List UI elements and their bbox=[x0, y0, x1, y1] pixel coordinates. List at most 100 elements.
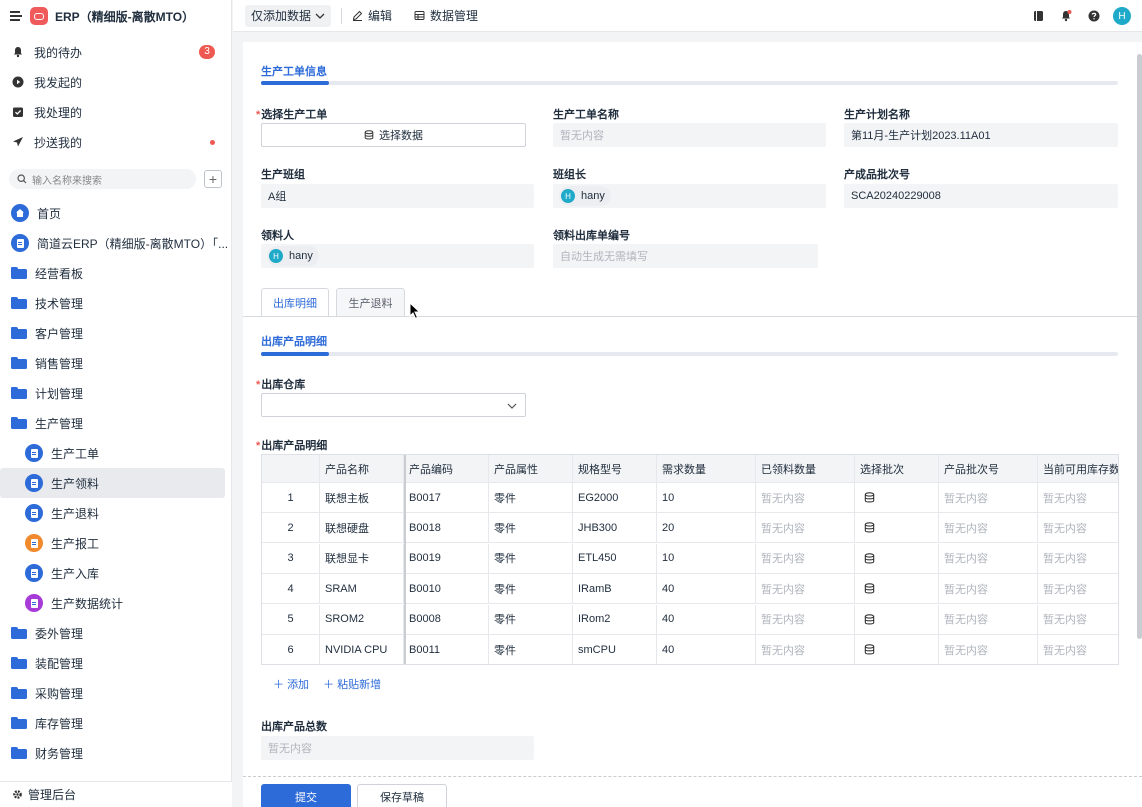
table-cell-batch_no[interactable]: 暂无内容 bbox=[939, 483, 1038, 512]
nav-folder-assembly[interactable]: 装配管理 bbox=[0, 648, 231, 678]
paste-add-button[interactable]: ＋ 粘贴新增 bbox=[323, 676, 381, 692]
nav-sub-storage-in[interactable]: 生产入库 bbox=[0, 558, 231, 588]
nav-home[interactable]: 首页 bbox=[0, 198, 231, 228]
nav-folder-sales[interactable]: 销售管理 bbox=[0, 348, 231, 378]
admin-link[interactable]: 管理后台 bbox=[0, 781, 232, 807]
table-cell-stock[interactable]: 暂无内容 bbox=[1038, 513, 1118, 542]
todo-count-badge: 3 bbox=[199, 45, 215, 59]
table-cell-stock[interactable]: 暂无内容 bbox=[1038, 574, 1118, 603]
task-label: 我发起的 bbox=[34, 75, 83, 90]
table-cell-stock[interactable]: 暂无内容 bbox=[1038, 544, 1118, 573]
nav-sub-report[interactable]: 生产报工 bbox=[0, 528, 231, 558]
select-batch-cell[interactable] bbox=[855, 574, 939, 604]
table-cell-stock[interactable]: 暂无内容 bbox=[1038, 635, 1118, 664]
nav-sub-material-return[interactable]: 生产退料 bbox=[0, 498, 231, 528]
table-cell-batch_no[interactable]: 暂无内容 bbox=[939, 604, 1038, 634]
folder-icon bbox=[11, 387, 27, 399]
nav-folder-production[interactable]: 生产管理 bbox=[0, 408, 231, 438]
frozen-column-divider bbox=[404, 455, 406, 664]
database-icon[interactable] bbox=[864, 613, 875, 625]
product-detail-table: 产品名称 产品编码 产品属性 规格型号 需求数量 已领料数量 选择批次 产品批次… bbox=[261, 454, 1119, 665]
save-draft-button[interactable]: 保存草稿 bbox=[357, 784, 447, 807]
table-cell-batch_no[interactable]: 暂无内容 bbox=[939, 574, 1038, 604]
nav-label: 生产工单 bbox=[51, 446, 100, 461]
table-cell-taken[interactable]: 暂无内容 bbox=[756, 635, 855, 664]
select-batch-cell[interactable] bbox=[855, 543, 939, 573]
nav-folder-dashboard[interactable]: 经营看板 bbox=[0, 258, 231, 288]
field-label-leader: 班组长 bbox=[553, 169, 586, 181]
data-manage-button[interactable]: 数据管理 bbox=[414, 7, 478, 24]
help-icon[interactable] bbox=[1080, 10, 1108, 22]
select-batch-cell[interactable] bbox=[855, 513, 939, 543]
tab-out-detail[interactable]: 出库明细 bbox=[261, 288, 329, 316]
table-cell-taken[interactable]: 暂无内容 bbox=[756, 483, 855, 512]
nav-label: 财务管理 bbox=[35, 746, 84, 761]
database-icon[interactable] bbox=[864, 583, 875, 594]
table-cell-batch_no[interactable]: 暂无内容 bbox=[939, 543, 1038, 573]
edit-button[interactable]: 编辑 bbox=[352, 7, 392, 24]
out-no-field: 自动生成无需填写 bbox=[553, 244, 818, 268]
select-batch-cell[interactable] bbox=[855, 604, 939, 634]
nav-folder-plan[interactable]: 计划管理 bbox=[0, 378, 231, 408]
task-initiated[interactable]: 我发起的 bbox=[0, 67, 231, 97]
nav-app-root[interactable]: 简道云ERP（精细版-离散MTO）「... bbox=[0, 228, 231, 258]
table-cell-taken[interactable]: 暂无内容 bbox=[756, 513, 855, 543]
task-cc[interactable]: 抄送我的 bbox=[0, 127, 231, 157]
mode-dropdown[interactable]: 仅添加数据 bbox=[245, 4, 332, 27]
add-row-button[interactable]: ＋ 添加 bbox=[273, 676, 309, 692]
user-avatar-button[interactable]: H bbox=[1108, 7, 1136, 25]
nav-sub-statistics[interactable]: 生产数据统计 bbox=[0, 588, 231, 618]
nav-label: 客户管理 bbox=[35, 326, 84, 341]
leader-field: Hhany bbox=[553, 184, 826, 208]
nav-sub-work-order[interactable]: 生产工单 bbox=[0, 438, 231, 468]
table-cell-taken[interactable]: 暂无内容 bbox=[756, 604, 855, 634]
table-cell-batch_no[interactable]: 暂无内容 bbox=[939, 513, 1038, 543]
nav-folder-tech[interactable]: 技术管理 bbox=[0, 288, 231, 318]
nav-search-input[interactable]: 输入名称来搜索 bbox=[9, 169, 196, 189]
table-header-row: 产品名称 产品编码 产品属性 规格型号 需求数量 已领料数量 选择批次 产品批次… bbox=[262, 455, 1118, 483]
table-cell-stock[interactable]: 暂无内容 bbox=[1038, 483, 1118, 512]
nav-folder-outsource[interactable]: 委外管理 bbox=[0, 618, 231, 648]
database-icon[interactable] bbox=[864, 644, 875, 655]
table-row: 3 联想显卡 B0019 零件 ETL450 10 暂无内容 暂无内容 暂无内容 bbox=[262, 543, 1118, 574]
nav-folder-inventory[interactable]: 库存管理 bbox=[0, 708, 231, 738]
database-icon[interactable] bbox=[864, 553, 875, 564]
section-underline bbox=[261, 352, 1118, 356]
folder-icon bbox=[11, 297, 27, 309]
folder-icon bbox=[11, 717, 27, 729]
submit-button[interactable]: 提交 bbox=[261, 784, 351, 807]
select-data-button[interactable]: 选择数据 bbox=[261, 123, 526, 147]
table-row: 1 联想主板 B0017 零件 EG2000 10 暂无内容 暂无内容 暂无内容 bbox=[262, 483, 1118, 513]
table-cell-qty: 10 bbox=[657, 483, 756, 512]
header-cell: 产品批次号 bbox=[939, 455, 1038, 482]
select-batch-cell[interactable] bbox=[855, 483, 939, 512]
nav-folder-purchase[interactable]: 采购管理 bbox=[0, 678, 231, 708]
field-label-team: 生产班组 bbox=[261, 169, 305, 181]
nav-sub-material-pick[interactable]: 生产领料 bbox=[0, 468, 225, 498]
tab-material-return[interactable]: 生产退料 bbox=[336, 288, 405, 316]
footer-divider bbox=[243, 776, 1142, 777]
database-icon[interactable] bbox=[864, 522, 875, 533]
notification-bell-icon[interactable] bbox=[1052, 10, 1080, 22]
task-handled[interactable]: 我处理的 bbox=[0, 97, 231, 127]
table-cell-stock[interactable]: 暂无内容 bbox=[1038, 605, 1118, 634]
add-nav-button[interactable]: + bbox=[204, 170, 222, 188]
database-icon[interactable] bbox=[864, 492, 875, 503]
app-title: ERP（精细版-离散MTO） bbox=[55, 9, 195, 24]
avatar: H bbox=[561, 189, 575, 203]
picker-field: Hhany bbox=[261, 244, 534, 268]
table-cell-taken[interactable]: 暂无内容 bbox=[756, 574, 855, 604]
table-actions: ＋ 添加 ＋ 粘贴新增 bbox=[273, 676, 395, 692]
nav-folder-customer[interactable]: 客户管理 bbox=[0, 318, 231, 348]
nav-folder-finance[interactable]: 财务管理 bbox=[0, 738, 231, 768]
select-batch-cell[interactable] bbox=[855, 635, 939, 664]
warehouse-select[interactable] bbox=[261, 393, 526, 417]
task-my-todo[interactable]: 我的待办 3 bbox=[0, 37, 231, 67]
panel-scrollbar[interactable] bbox=[1137, 54, 1142, 639]
table-cell-name: 联想硬盘 bbox=[320, 513, 404, 543]
table-cell-taken[interactable]: 暂无内容 bbox=[756, 543, 855, 573]
report-icon bbox=[25, 534, 43, 552]
table-cell-batch_no[interactable]: 暂无内容 bbox=[939, 635, 1038, 664]
book-icon[interactable] bbox=[1024, 10, 1052, 22]
menu-icon[interactable] bbox=[10, 11, 22, 21]
